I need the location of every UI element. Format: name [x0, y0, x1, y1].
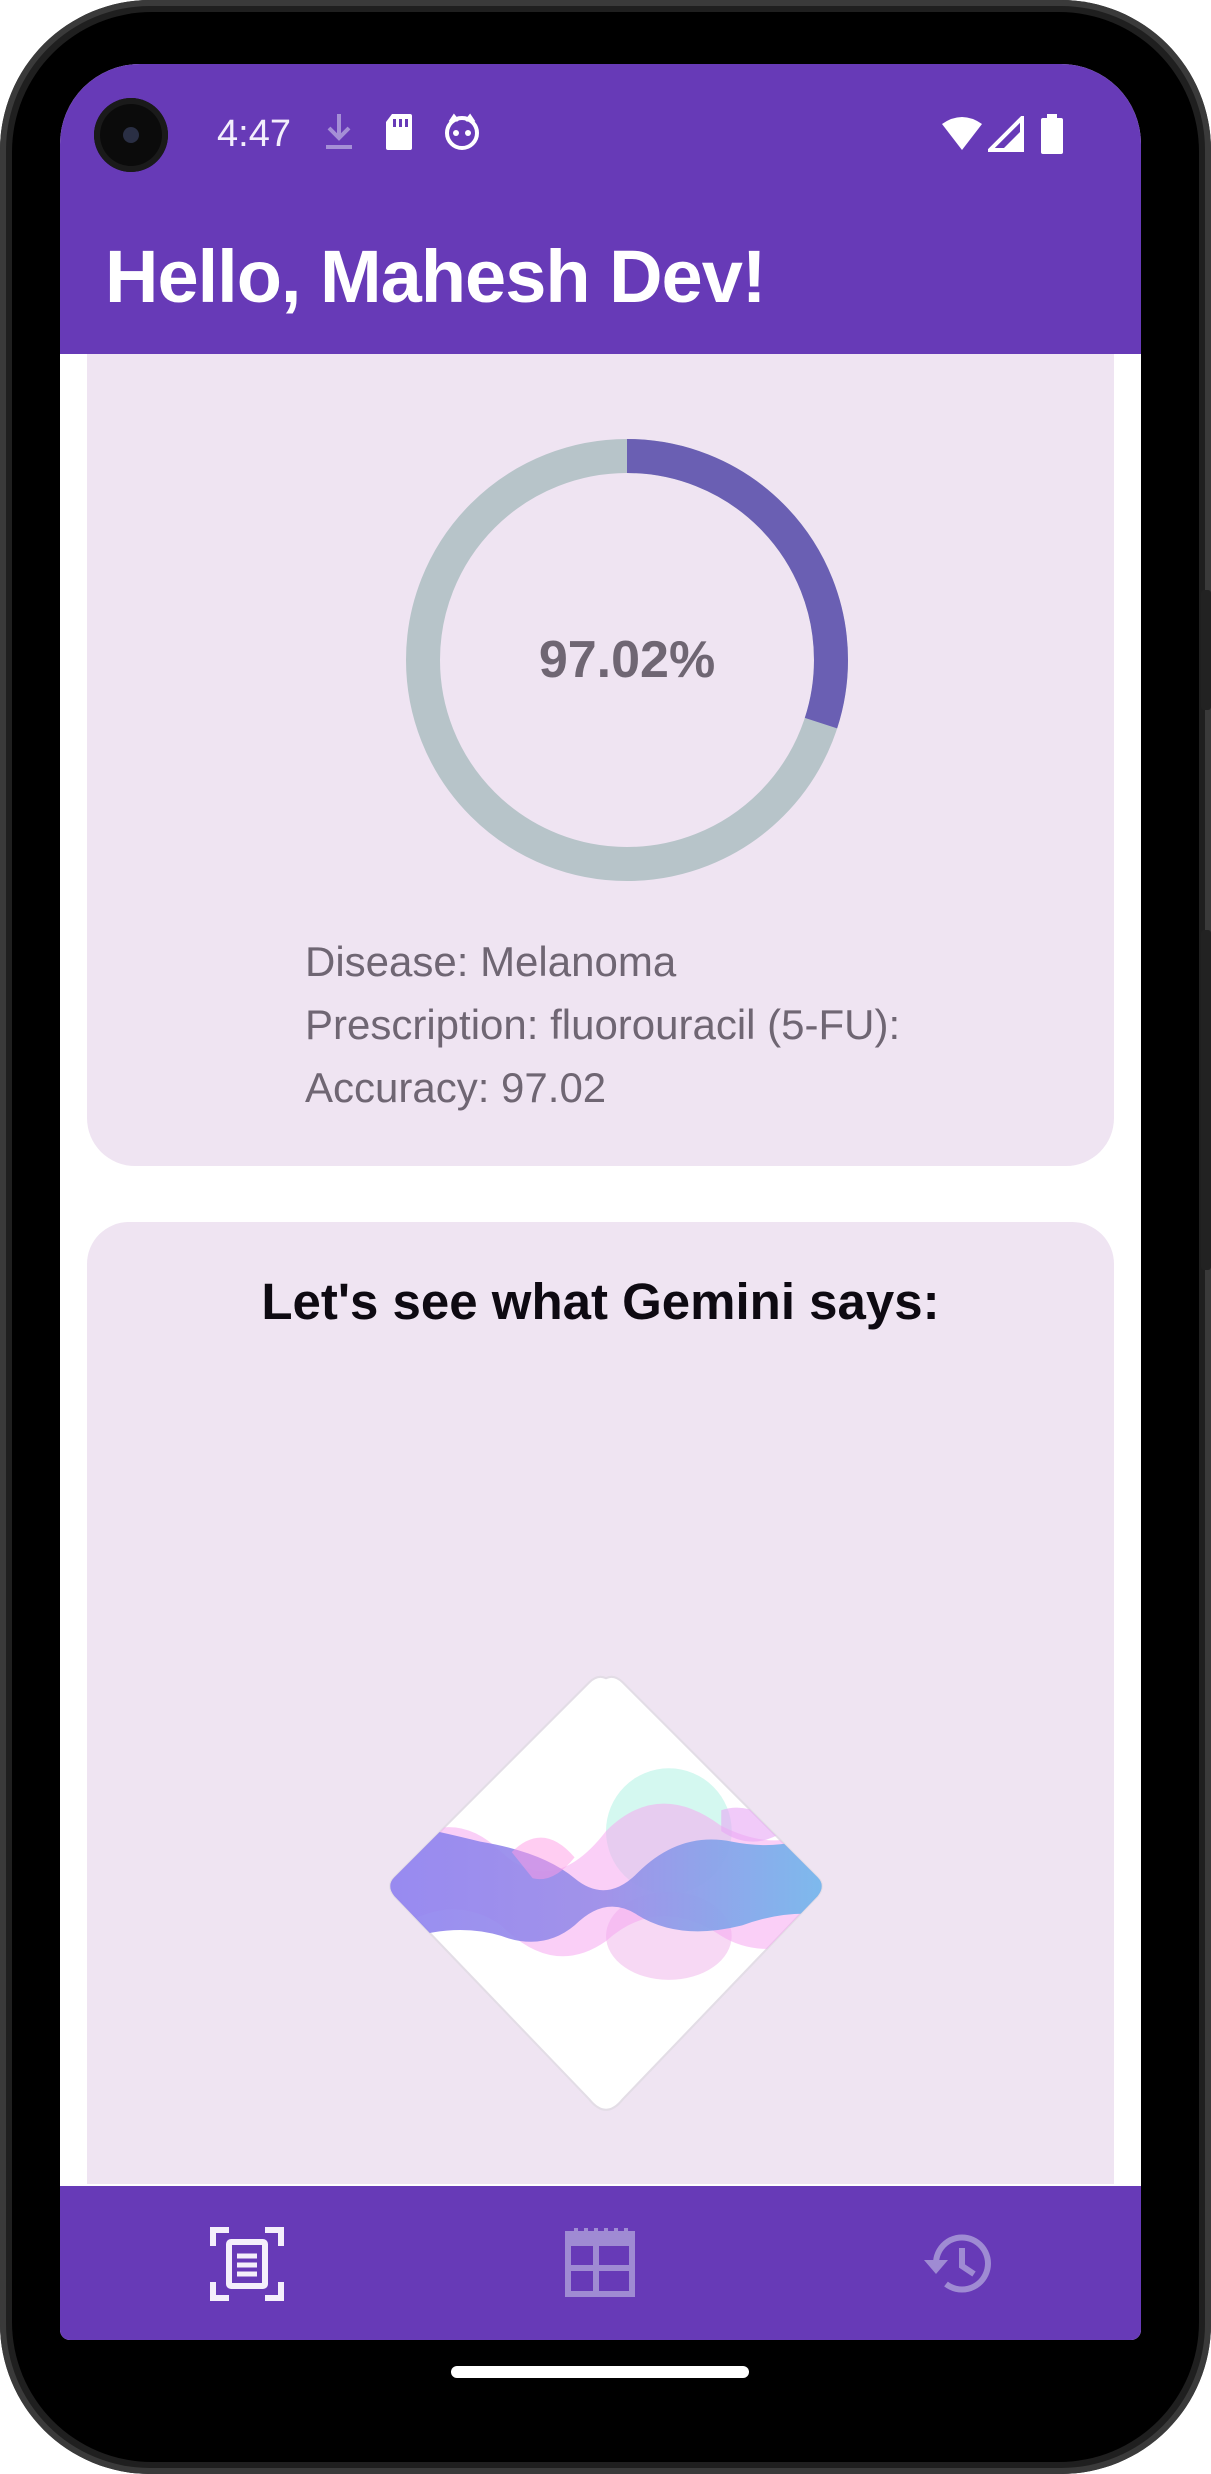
accuracy-percentage: 97.02% [538, 631, 716, 689]
battery-icon [1041, 114, 1063, 154]
power-button [1201, 590, 1211, 710]
table-dashboard-icon[interactable] [560, 2224, 640, 2304]
accuracy-line: Accuracy: 97.02 [305, 1064, 607, 1111]
cell-signal-icon [988, 116, 1024, 152]
prescription-line: Prescription: fluorouracil (5-FU): [305, 1001, 901, 1048]
gemini-heading: Let's see what Gemini says: [261, 1273, 940, 1330]
result-card: 97.02% Disease: Melanoma Prescription: f… [87, 354, 1114, 1166]
document-scan-icon[interactable] [207, 2224, 287, 2304]
volume-button [1201, 930, 1211, 1270]
bottom-navigation [60, 2186, 1141, 2340]
app-bar: 4:47 Hello, Mahesh Dev! [60, 64, 1141, 354]
page-title: Hello, Mahesh Dev! [105, 235, 767, 318]
disease-line: Disease: Melanoma [305, 938, 677, 985]
accuracy-progress-ring: 97.02% [403, 436, 851, 884]
front-camera [94, 98, 168, 172]
screen: 4:47 Hello, Mahesh Dev! 97.02% Disease: … [60, 64, 1141, 2340]
gemini-card: Let's see what Gemini says: [87, 1222, 1114, 2184]
home-indicator[interactable] [451, 2366, 749, 2378]
wifi-icon [942, 117, 982, 150]
gemini-wave-logo [389, 1675, 823, 2111]
app-notification-icon [445, 113, 479, 150]
status-time: 4:47 [217, 113, 291, 155]
download-icon [326, 114, 352, 149]
sd-card-icon [386, 114, 412, 150]
phone-frame: 4:47 Hello, Mahesh Dev! 97.02% Disease: … [0, 0, 1211, 2474]
history-icon[interactable] [918, 2224, 998, 2304]
